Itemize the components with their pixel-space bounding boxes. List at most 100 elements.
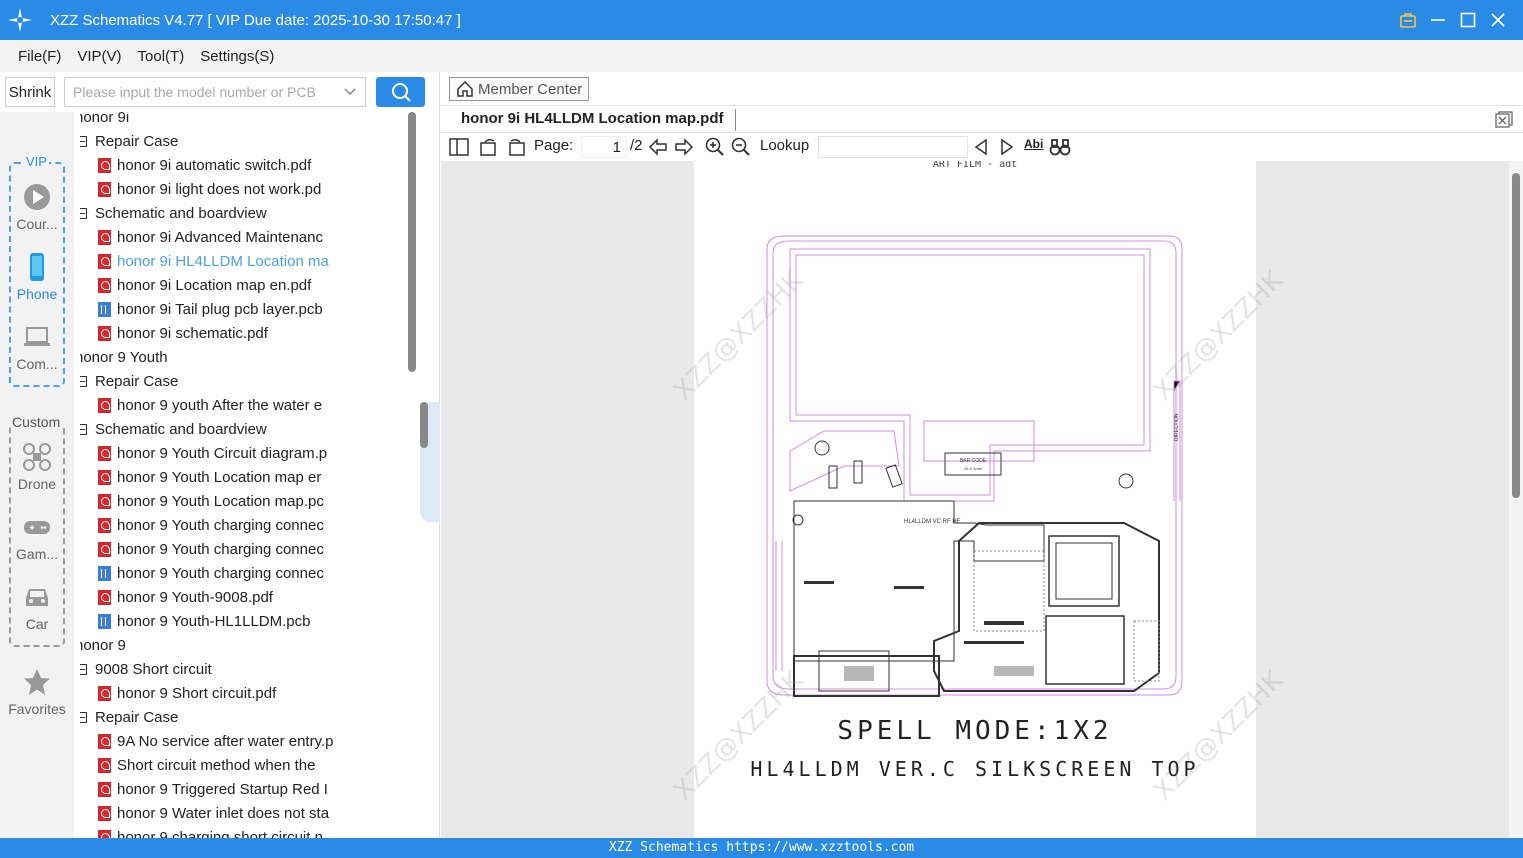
tree-file[interactable]: honor 9 Short circuit.pdf xyxy=(98,681,410,705)
vip-bag-icon[interactable] xyxy=(1393,0,1423,40)
tree-folder[interactable]: Repair Case xyxy=(80,369,410,393)
viewer-scroll-thumb[interactable] xyxy=(1512,173,1520,498)
next-page-icon[interactable] xyxy=(673,137,695,157)
member-center-button[interactable]: Member Center xyxy=(449,77,589,101)
tree-label: honor 9i xyxy=(80,112,130,126)
search-icon xyxy=(391,83,411,102)
tree-label: Repair Case xyxy=(95,708,179,726)
category-drone[interactable]: Drone xyxy=(0,442,74,492)
tree-file[interactable]: honor 9i Tail plug pcb layer.pcb xyxy=(98,297,410,321)
menu-tool[interactable]: Tool(T) xyxy=(138,48,185,65)
search-input[interactable]: Please input the model number or PCB xyxy=(64,77,366,107)
rotate-left-icon[interactable] xyxy=(479,137,499,157)
window-title: XZZ Schematics V4.77 [ VIP Due date: 202… xyxy=(50,11,461,29)
drone-icon xyxy=(23,443,51,471)
category-favorites[interactable]: Favorites xyxy=(0,667,74,717)
chevron-down-icon[interactable] xyxy=(343,84,357,101)
collapse-icon[interactable] xyxy=(80,135,87,147)
menu-bar: File(F) VIP(V) Tool(T) Settings(S) xyxy=(0,40,1523,72)
shrink-button[interactable]: Shrink xyxy=(5,77,55,107)
zoom-in-icon[interactable] xyxy=(705,137,725,157)
match-case-icon[interactable]: Abi xyxy=(1024,137,1043,151)
tree-folder[interactable]: Schematic and boardview xyxy=(80,201,410,225)
tree-file[interactable]: honor 9 Youth charging connec xyxy=(98,561,410,585)
tree-file[interactable]: honor 9 Youth Location map.pc xyxy=(98,489,410,513)
tree-file[interactable]: honor 9 Youth charging connec xyxy=(98,513,410,537)
minimize-button[interactable] xyxy=(1423,0,1453,40)
tree-file[interactable]: 9A No service after water entry.p xyxy=(98,729,410,753)
tree-folder[interactable]: honor 9 Youth xyxy=(80,345,410,369)
menu-file[interactable]: File(F) xyxy=(18,48,61,65)
tree-label: honor 9 Youth Circuit diagram.p xyxy=(117,444,328,462)
maximize-button[interactable] xyxy=(1453,0,1483,40)
collapse-icon[interactable] xyxy=(80,423,87,435)
tree-file[interactable]: honor 9i Location map en.pdf xyxy=(98,273,410,297)
category-games[interactable]: Gam... xyxy=(0,512,74,562)
pcb-file-icon xyxy=(98,565,111,581)
lookup-input[interactable] xyxy=(818,136,968,158)
tree-file[interactable]: Short circuit method when the xyxy=(98,753,410,777)
tree-file[interactable]: honor 9 Youth-9008.pdf xyxy=(98,585,410,609)
tree-folder[interactable]: honor 9 xyxy=(80,633,410,657)
close-tab-icon[interactable] xyxy=(1495,111,1513,132)
tree-label: honor 9 charging short circuit n xyxy=(117,828,323,839)
tree-file[interactable]: honor 9i light does not work.pd xyxy=(98,177,410,201)
category-computer[interactable]: Com... xyxy=(0,322,74,372)
tree-folder[interactable]: honor 9i xyxy=(80,112,410,129)
close-button[interactable] xyxy=(1483,0,1513,40)
collapse-icon[interactable] xyxy=(80,711,87,723)
find-prev-icon[interactable] xyxy=(973,137,989,157)
tree-folder[interactable]: Repair Case xyxy=(80,129,410,153)
tree-folder[interactable]: Schematic and boardview xyxy=(80,417,410,441)
tree-file[interactable]: honor 9 charging short circuit n xyxy=(98,825,410,838)
tree-file[interactable]: honor 9i schematic.pdf xyxy=(98,321,410,345)
car-icon xyxy=(26,589,48,606)
tree-file[interactable]: honor 9 Water inlet does not sta xyxy=(98,801,410,825)
document-viewer[interactable]: ART FILM - adt BAR CODE 10 X 4mm DIRECTI… xyxy=(441,161,1523,838)
tree-label: honor 9i Advanced Maintenanc xyxy=(117,228,323,246)
tree-scrollbar[interactable] xyxy=(408,112,416,372)
tree-file[interactable]: honor 9 Youth-HL1LLDM.pcb xyxy=(98,609,410,633)
tab-document[interactable]: honor 9i HL4LLDM Location map.pdf xyxy=(461,110,724,127)
pdf-file-icon xyxy=(98,829,111,838)
tree-label: honor 9 Youth charging connec xyxy=(117,540,324,558)
tree-label: honor 9 Youth charging connec xyxy=(117,564,324,582)
tree-file[interactable]: honor 9 Youth Location map er xyxy=(98,465,410,489)
tree-file[interactable]: honor 9 Youth charging connec xyxy=(98,537,410,561)
tree-label: honor 9 Water inlet does not sta xyxy=(117,804,330,822)
category-car[interactable]: Car xyxy=(0,582,74,632)
tree-file[interactable]: honor 9 Triggered Startup Red I xyxy=(98,777,410,801)
tree-label: honor 9 Youth-9008.pdf xyxy=(117,588,273,606)
page-number-input[interactable]: 1 xyxy=(581,136,627,158)
pdf-file-icon xyxy=(98,157,111,173)
splitter-handle[interactable] xyxy=(420,402,428,448)
menu-settings[interactable]: Settings(S) xyxy=(200,48,274,65)
category-phone[interactable]: Phone xyxy=(0,252,74,302)
tree-file[interactable]: honor 9 youth After the water e xyxy=(98,393,410,417)
gamepad-icon xyxy=(24,521,50,534)
collapse-icon[interactable] xyxy=(80,375,87,387)
menu-vip[interactable]: VIP(V) xyxy=(77,48,121,65)
category-courses[interactable]: Cour... xyxy=(0,182,74,232)
tree-label: honor 9 Youth Location map.pc xyxy=(117,492,324,510)
tree-file[interactable]: honor 9i Advanced Maintenanc xyxy=(98,225,410,249)
tree-file[interactable]: honor 9 Youth Circuit diagram.p xyxy=(98,441,410,465)
zoom-out-icon[interactable] xyxy=(731,137,751,157)
barcode-label: BAR CODE xyxy=(960,458,987,464)
collapse-icon[interactable] xyxy=(80,207,87,219)
rotate-right-icon[interactable] xyxy=(506,137,526,157)
tree-folder[interactable]: 9008 Short circuit xyxy=(80,657,410,681)
barcode-size-label: 10 X 4mm xyxy=(964,466,983,471)
find-next-icon[interactable] xyxy=(999,137,1015,157)
collapse-icon[interactable] xyxy=(80,663,87,675)
search-button[interactable] xyxy=(376,77,425,107)
tree-file[interactable]: honor 9i automatic switch.pdf xyxy=(98,153,410,177)
page-total: /2 xyxy=(630,137,643,154)
binoculars-icon[interactable] xyxy=(1049,137,1071,157)
viewer-scrollbar[interactable] xyxy=(1509,161,1523,838)
tree-file[interactable]: honor 9i HL4LLDM Location ma xyxy=(98,249,410,273)
tree-folder[interactable]: Repair Case xyxy=(80,705,410,729)
prev-page-icon[interactable] xyxy=(647,137,669,157)
pdf-file-icon xyxy=(98,757,111,773)
sidebar-toggle-icon[interactable] xyxy=(449,137,469,157)
